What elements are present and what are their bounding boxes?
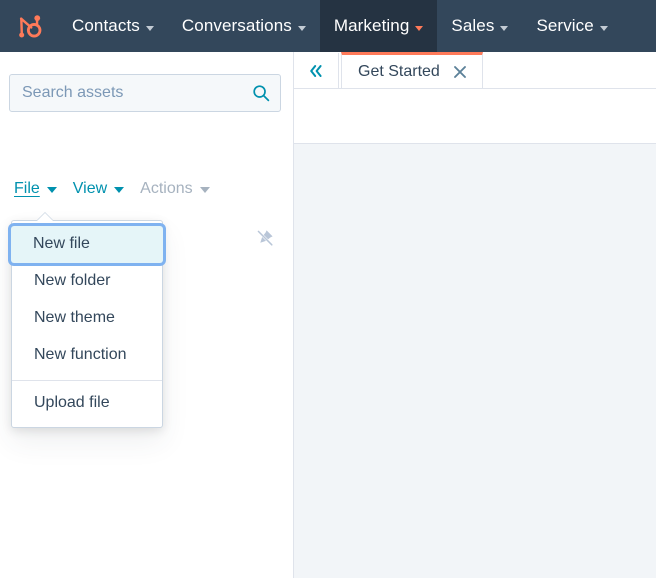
menu-item-new-folder[interactable]: New folder — [12, 263, 162, 300]
hubspot-sprocket-icon — [19, 15, 42, 38]
search-assets-container — [9, 74, 281, 112]
nav-item-label: Contacts — [72, 16, 140, 35]
chevron-down-icon — [297, 25, 306, 31]
asset-menubar: File View Actions — [8, 178, 216, 200]
tab-label: Get Started — [358, 63, 440, 80]
search-box[interactable] — [9, 74, 281, 112]
menu-button-view[interactable]: View — [67, 178, 130, 200]
collapse-sidebar-button[interactable] — [294, 53, 339, 89]
nav-item-contacts[interactable]: Contacts — [58, 0, 168, 52]
menu-button-label: Actions — [140, 180, 193, 197]
right-pane: Get Started — [294, 52, 656, 578]
nav-item-label: Marketing — [333, 16, 410, 35]
chevron-down-icon — [599, 25, 608, 31]
nav-item-sales[interactable]: Sales — [437, 0, 522, 52]
chevron-down-icon — [500, 25, 509, 31]
pane-toolbar-area — [294, 89, 656, 143]
caret-down-icon — [46, 187, 57, 193]
menu-button-file[interactable]: File — [8, 178, 63, 200]
menu-item-new-file[interactable]: New file — [11, 226, 163, 263]
chevron-down-icon — [415, 25, 424, 31]
chevron-down-icon — [145, 25, 154, 31]
pane-content-area — [294, 143, 656, 578]
menu-button-actions: Actions — [134, 178, 215, 200]
menu-button-label: File — [14, 180, 40, 197]
tab-get-started[interactable]: Get Started — [341, 52, 483, 89]
unpin-icon[interactable] — [254, 227, 276, 249]
close-icon[interactable] — [452, 64, 468, 80]
caret-down-icon — [114, 187, 125, 193]
hubspot-sprocket-logo[interactable] — [0, 0, 58, 52]
menu-item-new-function[interactable]: New function — [12, 337, 162, 374]
asset-sidebar: File View Actions — [0, 52, 293, 578]
search-input[interactable] — [10, 75, 280, 111]
nav-item-label: Service — [536, 16, 594, 35]
nav-item-label: Sales — [451, 16, 495, 35]
nav-items: Contacts Conversations Marketing Sales S… — [58, 0, 622, 52]
search-icon[interactable] — [252, 84, 270, 102]
double-chevron-left-icon — [310, 64, 322, 77]
app-root: Contacts Conversations Marketing Sales S… — [0, 0, 656, 578]
top-navigation-bar: Contacts Conversations Marketing Sales S… — [0, 0, 656, 52]
menu-item-upload-file[interactable]: Upload file — [12, 385, 162, 422]
menu-item-new-theme[interactable]: New theme — [12, 300, 162, 337]
nav-item-marketing[interactable]: Marketing — [319, 0, 438, 52]
nav-item-service[interactable]: Service — [522, 0, 621, 52]
dropdown-caret-icon — [37, 213, 53, 221]
nav-item-label: Conversations — [181, 16, 292, 35]
caret-down-icon — [199, 187, 210, 193]
menu-divider — [12, 380, 162, 381]
file-dropdown-menu: New file New folder New theme New functi… — [11, 212, 163, 428]
tab-strip: Get Started — [294, 52, 656, 89]
nav-item-conversations[interactable]: Conversations — [168, 0, 320, 52]
menu-button-label: View — [72, 180, 108, 197]
